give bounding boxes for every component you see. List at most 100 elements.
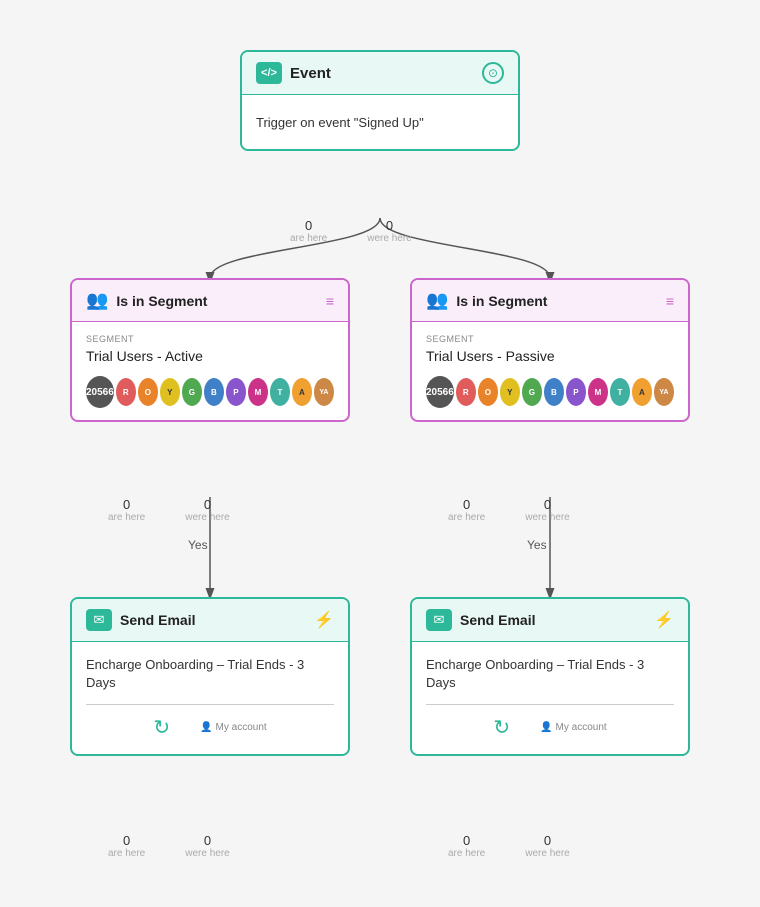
email-right-title: Send Email xyxy=(460,612,535,628)
avatar-1: O xyxy=(138,378,158,406)
event-code-icon: </> xyxy=(256,62,282,84)
email-left-subject: Encharge Onboarding – Trial Ends - 3 Day… xyxy=(86,656,334,692)
avatar-5: P xyxy=(226,378,246,406)
email-right-node[interactable]: ✉ Send Email ⚡ Encharge Onboarding – Tri… xyxy=(410,597,690,756)
email-left-are-lbl: are here xyxy=(108,848,145,859)
r-avatar-3: G xyxy=(522,378,542,406)
event-are-here-lbl: are here xyxy=(290,233,327,244)
email-left-stat-here: 0 are here xyxy=(108,833,145,859)
email-right-footer: ↻ 👤 My account xyxy=(426,715,674,744)
email-left-footer: ↻ 👤 My account xyxy=(86,715,334,744)
email-left-were-lbl: were here xyxy=(185,848,229,859)
event-stats: 0 are here 0 were here xyxy=(290,218,412,244)
r-avatar-4: B xyxy=(544,378,564,406)
segment-right-node[interactable]: 👥 Is in Segment ≡ SEGMENT Trial Users - … xyxy=(410,278,690,422)
segment-right-filter-icon[interactable]: ≡ xyxy=(666,293,674,309)
segment-right-title: Is in Segment xyxy=(456,293,547,309)
r-avatar-7: T xyxy=(610,378,630,406)
seg-left-are-lbl: are here xyxy=(108,512,145,523)
email-right-divider xyxy=(426,704,674,705)
event-trigger-text: Trigger on event "Signed Up" xyxy=(256,115,424,130)
avatar-8: A xyxy=(292,378,312,406)
email-right-subject: Encharge Onboarding – Trial Ends - 3 Day… xyxy=(426,656,674,692)
seg-left-stat-here: 0 are here xyxy=(108,497,145,523)
r-avatar-5: P xyxy=(566,378,586,406)
email-left-body: Encharge Onboarding – Trial Ends - 3 Day… xyxy=(72,642,348,754)
email-left-were-val: 0 xyxy=(204,833,211,848)
segment-right-label: SEGMENT xyxy=(426,334,674,344)
email-right-are-val: 0 xyxy=(463,833,470,848)
email-right-person-icon: 👤 xyxy=(540,722,552,733)
email-right-stats: 0 are here 0 were here xyxy=(448,833,570,859)
seg-right-stat-were: 0 were here xyxy=(525,497,569,523)
segment-left-avatars: 20566 R O Y G B P M T A YA xyxy=(86,376,334,408)
email-left-flash-icon[interactable]: ⚡ xyxy=(314,610,334,630)
workflow-canvas: </> Event ⊙ Trigger on event "Signed Up"… xyxy=(0,0,760,907)
event-stat-here: 0 are here xyxy=(290,218,327,244)
seg-right-were-lbl: were here xyxy=(525,512,569,523)
r-avatar-2: Y xyxy=(500,378,520,406)
segment-right-avatars: 20566 R O Y G B P M T A YA xyxy=(426,376,674,408)
event-node-body: Trigger on event "Signed Up" xyxy=(242,95,518,149)
segment-left-node[interactable]: 👥 Is in Segment ≡ SEGMENT Trial Users - … xyxy=(70,278,350,422)
email-right-refresh-icon[interactable]: ↻ xyxy=(493,715,510,740)
segment-left-filter-icon[interactable]: ≡ xyxy=(326,293,334,309)
email-right-account-text: My account xyxy=(556,722,607,733)
segment-right-count: 20566 xyxy=(426,376,454,408)
event-node[interactable]: </> Event ⊙ Trigger on event "Signed Up" xyxy=(240,50,520,151)
segment-left-label: SEGMENT xyxy=(86,334,334,344)
avatar-7: T xyxy=(270,378,290,406)
email-right-are-lbl: are here xyxy=(448,848,485,859)
email-left-refresh-icon[interactable]: ↻ xyxy=(153,715,170,740)
r-avatar-6: M xyxy=(588,378,608,406)
event-node-title: Event xyxy=(290,65,331,82)
segment-right-people-icon: 👥 xyxy=(426,290,448,311)
seg-right-are-val: 0 xyxy=(463,497,470,512)
email-left-stat-were: 0 were here xyxy=(185,833,229,859)
r-avatar-1: O xyxy=(478,378,498,406)
segment-left-people-icon: 👥 xyxy=(86,290,108,311)
email-right-header: ✉ Send Email ⚡ xyxy=(412,599,688,642)
segment-left-name: Trial Users - Active xyxy=(86,348,334,364)
seg-right-are-lbl: are here xyxy=(448,512,485,523)
avatar-6: M xyxy=(248,378,268,406)
yes-label-right: Yes xyxy=(527,538,547,552)
email-left-account-text: My account xyxy=(216,722,267,733)
email-left-stats: 0 are here 0 were here xyxy=(108,833,230,859)
segment-left-title: Is in Segment xyxy=(116,293,207,309)
seg-left-were-val: 0 xyxy=(204,497,211,512)
event-are-here-val: 0 xyxy=(305,218,312,233)
email-right-were-val: 0 xyxy=(544,833,551,848)
email-right-flash-icon[interactable]: ⚡ xyxy=(654,610,674,630)
segment-right-header: 👥 Is in Segment ≡ xyxy=(412,280,688,322)
seg-left-were-lbl: were here xyxy=(185,512,229,523)
email-right-body: Encharge Onboarding – Trial Ends - 3 Day… xyxy=(412,642,688,754)
segment-left-body: SEGMENT Trial Users - Active 20566 R O Y… xyxy=(72,322,348,420)
seg-right-stat-here: 0 are here xyxy=(448,497,485,523)
segment-right-body: SEGMENT Trial Users - Passive 20566 R O … xyxy=(412,322,688,420)
email-left-node[interactable]: ✉ Send Email ⚡ Encharge Onboarding – Tri… xyxy=(70,597,350,756)
email-right-stat-were: 0 were here xyxy=(525,833,569,859)
event-were-here-lbl: were here xyxy=(367,233,411,244)
seg-left-are-val: 0 xyxy=(123,497,130,512)
yes-label-left: Yes xyxy=(188,538,208,552)
email-right-were-lbl: were here xyxy=(525,848,569,859)
email-right-envelope-icon: ✉ xyxy=(426,609,452,631)
event-were-here-val: 0 xyxy=(386,218,393,233)
segment-right-stats: 0 are here 0 were here xyxy=(448,497,570,523)
event-settings-icon[interactable]: ⊙ xyxy=(482,62,504,84)
seg-left-stat-were: 0 were here xyxy=(185,497,229,523)
email-left-account: 👤 My account xyxy=(200,722,267,733)
email-right-stat-here: 0 are here xyxy=(448,833,485,859)
segment-left-header: 👥 Is in Segment ≡ xyxy=(72,280,348,322)
avatar-2: Y xyxy=(160,378,180,406)
seg-right-were-val: 0 xyxy=(544,497,551,512)
segment-left-count: 20566 xyxy=(86,376,114,408)
email-left-title: Send Email xyxy=(120,612,195,628)
email-left-are-val: 0 xyxy=(123,833,130,848)
email-left-envelope-icon: ✉ xyxy=(86,609,112,631)
email-left-person-icon: 👤 xyxy=(200,722,212,733)
avatar-ya: YA xyxy=(314,378,334,406)
r-avatar-ya: YA xyxy=(654,378,674,406)
email-left-header: ✉ Send Email ⚡ xyxy=(72,599,348,642)
